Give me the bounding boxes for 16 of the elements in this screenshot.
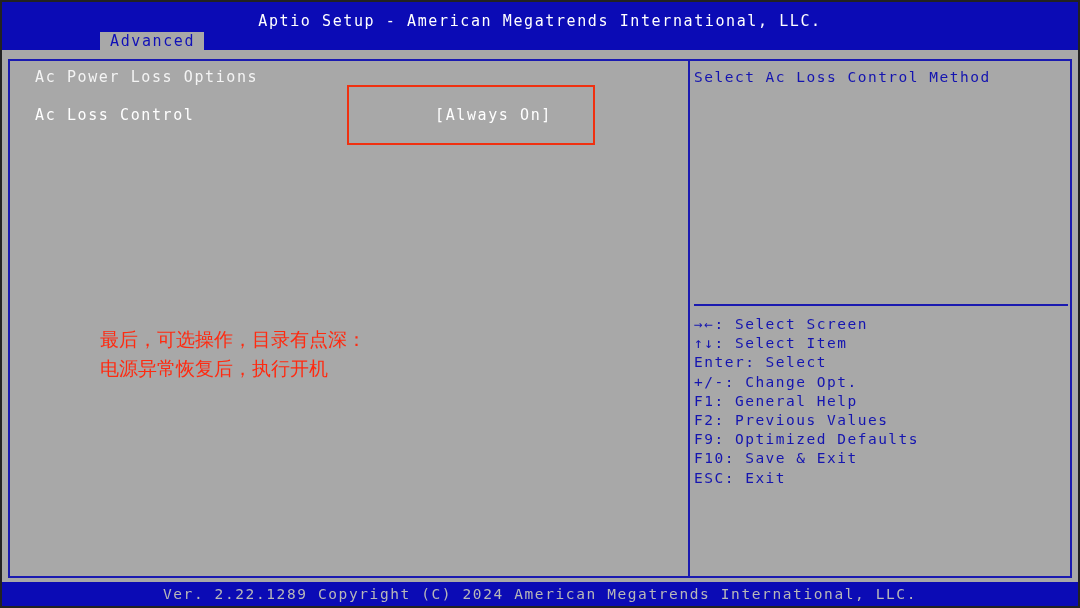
key-hint: F9: Optimized Defaults: [694, 430, 921, 450]
key-hint: F2: Previous Values: [694, 411, 890, 430]
key-hint: F10: Save & Exit: [694, 449, 859, 469]
key-hint: F1: General Help: [694, 391, 859, 411]
setting-value: [Always On]: [435, 105, 552, 125]
key-hint: +/-: Change Opt.: [694, 372, 859, 392]
annotation-text: 最后，可选操作，目录有点深： 电源异常恢复后，执行开机: [100, 327, 366, 381]
setting-label: Ac Loss Control: [35, 105, 196, 125]
help-description: Select Ac Loss Control Method: [694, 67, 1068, 306]
key-hint: ↑↓: Select Item: [694, 334, 849, 354]
section-title: Ac Power Loss Options: [35, 67, 260, 87]
window-title: Aptio Setup - American Megatrends International, LLC.: [258, 12, 822, 30]
key-hint: Enter: Select: [694, 353, 828, 373]
key-hint: →←: Select Screen: [694, 315, 869, 334]
status-bar: Ver. 2.22.1289 Copyright (C) 2024 American Megatrends International, LLC.: [2, 582, 1078, 606]
key-hint: ESC: Exit: [694, 468, 788, 488]
